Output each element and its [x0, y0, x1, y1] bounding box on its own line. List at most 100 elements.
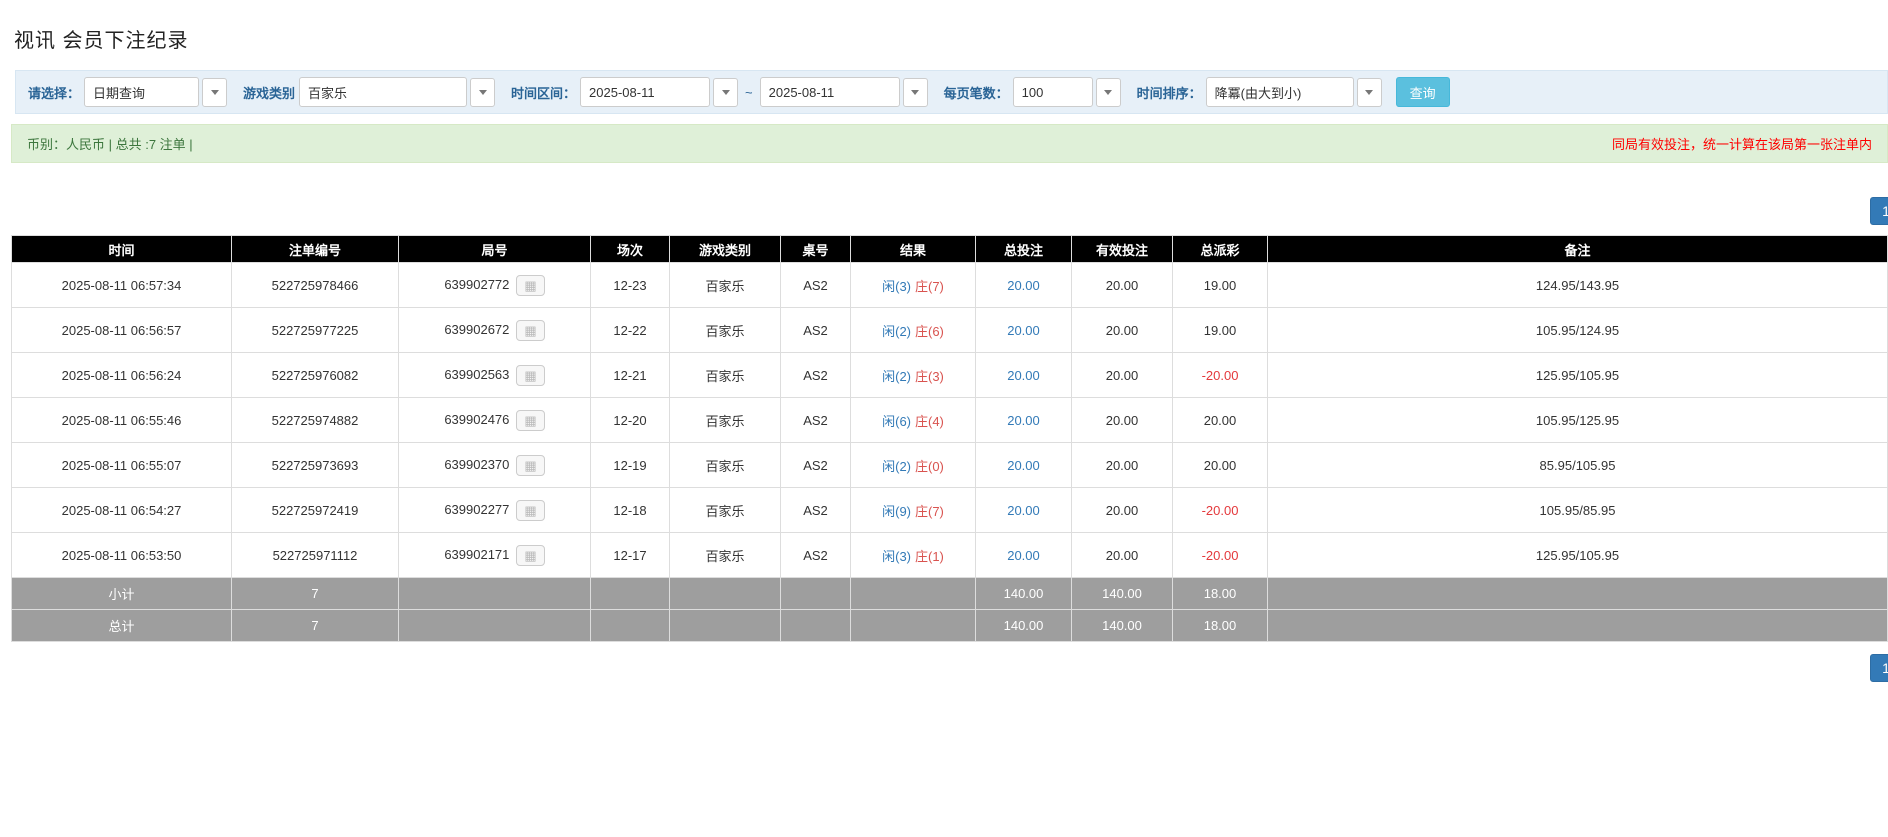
- roadmap-icon: ▦: [524, 458, 536, 473]
- total-bet-cell: 20.00: [976, 398, 1072, 443]
- total-bet-link[interactable]: 20.00: [1007, 323, 1040, 338]
- time-cell: 2025-08-11 06:53:50: [12, 533, 232, 578]
- table-no-cell: AS2: [781, 398, 851, 443]
- session-cell: 12-23: [591, 263, 670, 308]
- header-session: 场次: [591, 236, 670, 263]
- sort-order-input[interactable]: [1206, 77, 1354, 107]
- date-to-combobox: [760, 77, 928, 107]
- query-type-input[interactable]: [84, 77, 199, 107]
- valid-bet-cell: 20.00: [1072, 533, 1173, 578]
- session-cell: 12-18: [591, 488, 670, 533]
- total-bet-link[interactable]: 20.00: [1007, 503, 1040, 518]
- query-type-label: 请选择：: [28, 83, 80, 102]
- empty-cell: [670, 578, 781, 610]
- game-type-dropdown-button[interactable]: [470, 78, 495, 107]
- page: 视讯 会员下注纪录 请选择： 游戏类别 时间区间： ~ 每页笔数： 时间排序：: [0, 0, 1888, 837]
- result-player: 闲(2): [882, 369, 911, 384]
- page-size-dropdown-button[interactable]: [1096, 78, 1121, 107]
- page-1-button[interactable]: 1: [1870, 197, 1888, 225]
- search-button[interactable]: 查询: [1396, 77, 1450, 107]
- view-roadmap-button[interactable]: ▦: [516, 455, 544, 476]
- empty-cell: [781, 578, 851, 610]
- table-no-cell: AS2: [781, 263, 851, 308]
- header-remark: 备注: [1268, 236, 1888, 263]
- date-range-label: 时间区间：: [511, 83, 576, 102]
- game-type-combobox: [299, 77, 495, 107]
- subtotal-valid-bet: 140.00: [1072, 578, 1173, 610]
- result-cell: 闲(2)庄(0): [851, 443, 976, 488]
- empty-cell: [670, 610, 781, 642]
- remark-cell: 105.95/124.95: [1268, 308, 1888, 353]
- valid-bet-cell: 20.00: [1072, 398, 1173, 443]
- view-roadmap-button[interactable]: ▦: [516, 365, 544, 386]
- page-size-input[interactable]: [1013, 77, 1093, 107]
- result-cell: 闲(3)庄(7): [851, 263, 976, 308]
- game-type-cell: 百家乐: [670, 353, 781, 398]
- round-id-cell: 639902772▦: [399, 263, 591, 308]
- total-bet-link[interactable]: 20.00: [1007, 278, 1040, 293]
- game-type-input[interactable]: [299, 77, 467, 107]
- query-type-dropdown-button[interactable]: [202, 78, 227, 107]
- table-row: 2025-08-11 06:57:34 522725978466 6399027…: [12, 263, 1888, 308]
- valid-bet-cell: 20.00: [1072, 443, 1173, 488]
- subtotal-total-bet: 140.00: [976, 578, 1072, 610]
- table-body: 2025-08-11 06:57:34 522725978466 6399027…: [12, 263, 1888, 578]
- game-type-cell: 百家乐: [670, 398, 781, 443]
- chevron-down-icon: [1104, 90, 1112, 95]
- view-roadmap-button[interactable]: ▦: [516, 320, 544, 341]
- header-result: 结果: [851, 236, 976, 263]
- date-from-dropdown-button[interactable]: [713, 78, 738, 107]
- round-id-cell: 639902563▦: [399, 353, 591, 398]
- total-bet-link[interactable]: 20.00: [1007, 458, 1040, 473]
- bet-id-cell: 522725974882: [232, 398, 399, 443]
- round-id: 639902171: [444, 546, 509, 561]
- sort-order-dropdown-button[interactable]: [1357, 78, 1382, 107]
- total-bet-link[interactable]: 20.00: [1007, 548, 1040, 563]
- view-roadmap-button[interactable]: ▦: [516, 275, 544, 296]
- total-row: 总计 7 140.00 140.00 18.00: [12, 610, 1888, 642]
- info-bar: 币别：人民币 | 总共 :7 注单 | 同局有效投注，统一计算在该局第一张注单内: [11, 124, 1888, 163]
- payout-cell: 20.00: [1173, 443, 1268, 488]
- remark-cell: 105.95/125.95: [1268, 398, 1888, 443]
- sort-order-label: 时间排序：: [1137, 83, 1202, 102]
- result-cell: 闲(3)庄(1): [851, 533, 976, 578]
- empty-cell: [591, 578, 670, 610]
- result-cell: 闲(2)庄(3): [851, 353, 976, 398]
- round-id: 639902672: [444, 321, 509, 336]
- view-roadmap-button[interactable]: ▦: [516, 410, 544, 431]
- total-bet-link[interactable]: 20.00: [1007, 368, 1040, 383]
- subtotal-label: 小计: [12, 578, 232, 610]
- date-from-input[interactable]: [580, 77, 710, 107]
- round-id-cell: 639902370▦: [399, 443, 591, 488]
- result-player: 闲(2): [882, 459, 911, 474]
- page-1-button[interactable]: 1: [1870, 654, 1888, 682]
- subtotal-row: 小计 7 140.00 140.00 18.00: [12, 578, 1888, 610]
- total-valid-bet: 140.00: [1072, 610, 1173, 642]
- payout-cell: -20.00: [1173, 533, 1268, 578]
- session-cell: 12-22: [591, 308, 670, 353]
- total-bet-cell: 20.00: [976, 353, 1072, 398]
- chevron-down-icon: [1365, 90, 1373, 95]
- empty-cell: [399, 610, 591, 642]
- valid-bet-cell: 20.00: [1072, 353, 1173, 398]
- remark-cell: 125.95/105.95: [1268, 353, 1888, 398]
- game-type-cell: 百家乐: [670, 533, 781, 578]
- game-type-cell: 百家乐: [670, 308, 781, 353]
- total-bet-link[interactable]: 20.00: [1007, 413, 1040, 428]
- payout-cell: -20.00: [1173, 353, 1268, 398]
- payout-cell: -20.00: [1173, 488, 1268, 533]
- header-table-no: 桌号: [781, 236, 851, 263]
- notice-text: 同局有效投注，统一计算在该局第一张注单内: [1612, 134, 1872, 153]
- bet-id-cell: 522725971112: [232, 533, 399, 578]
- bet-id-cell: 522725978466: [232, 263, 399, 308]
- chevron-down-icon: [479, 90, 487, 95]
- total-bet-cell: 20.00: [976, 533, 1072, 578]
- result-banker: 庄(7): [915, 279, 944, 294]
- view-roadmap-button[interactable]: ▦: [516, 500, 544, 521]
- view-roadmap-button[interactable]: ▦: [516, 545, 544, 566]
- valid-bet-cell: 20.00: [1072, 488, 1173, 533]
- date-to-dropdown-button[interactable]: [903, 78, 928, 107]
- roadmap-icon: ▦: [524, 548, 536, 563]
- date-to-input[interactable]: [760, 77, 900, 107]
- result-player: 闲(9): [882, 504, 911, 519]
